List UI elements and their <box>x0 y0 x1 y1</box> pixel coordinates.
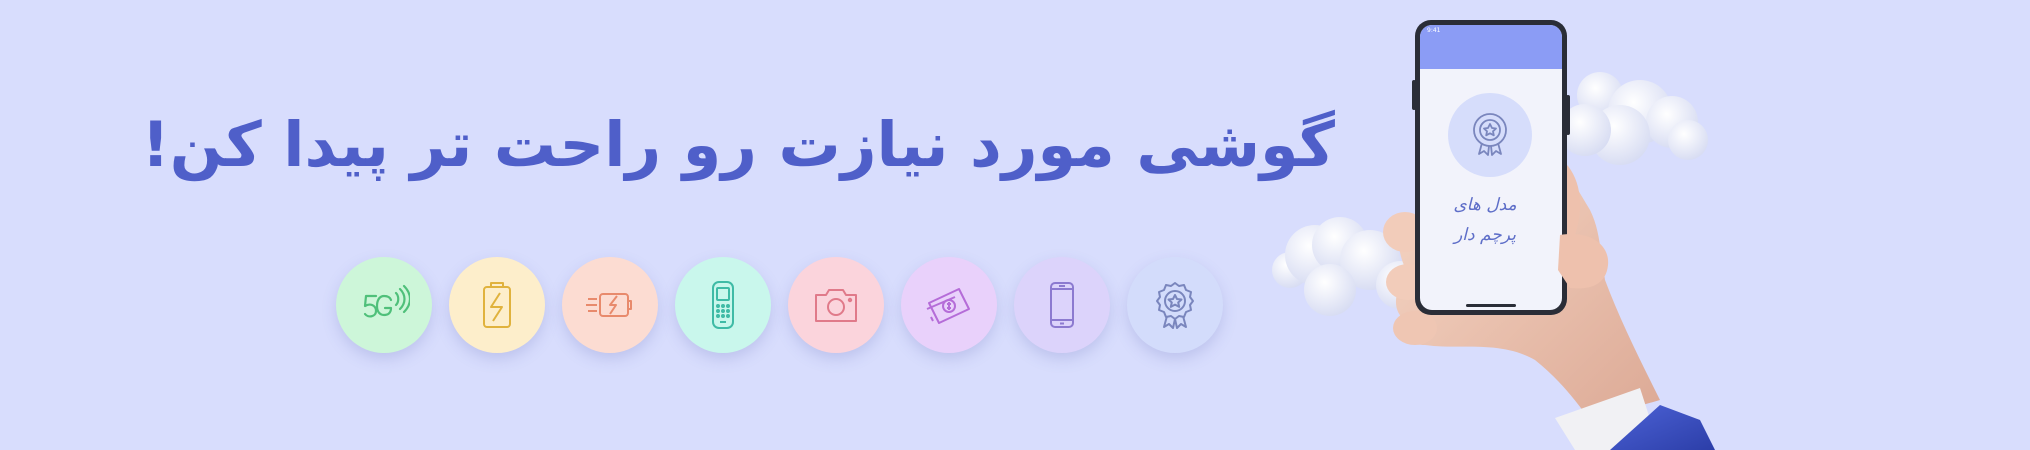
feature-smartphone-button[interactable] <box>1014 257 1110 353</box>
fast-charging-battery-icon <box>586 293 632 317</box>
phone-status-time: 9:41 <box>1427 27 1441 34</box>
phone-screen-label: مدل های پرچم دار <box>1425 190 1545 250</box>
feature-5g-button[interactable] <box>336 257 432 353</box>
phone-mockup <box>1412 20 1570 315</box>
feature-basic-phone-button[interactable] <box>675 257 771 353</box>
camera-icon <box>815 289 857 322</box>
feature-icon-row <box>335 257 1223 353</box>
feature-phone-icon <box>712 281 734 329</box>
5g-icon <box>363 284 410 318</box>
money-cash-icon <box>926 288 970 324</box>
feature-camera-button[interactable] <box>788 257 884 353</box>
award-badge-icon <box>1156 282 1194 329</box>
feature-battery-button[interactable] <box>449 257 545 353</box>
banner-headline: گوشی مورد نیازت رو راحت تر پیدا کن! <box>141 108 1335 181</box>
cloud-right <box>1559 72 1708 165</box>
feature-fast-charge-button[interactable] <box>562 257 658 353</box>
phone-screen-label-line1: مدل های <box>1453 195 1517 215</box>
phone-screen-label-line2: پرچم دار <box>1454 225 1516 245</box>
battery-bolt-icon <box>483 282 511 328</box>
feature-price-button[interactable] <box>901 257 997 353</box>
smartphone-icon <box>1050 282 1074 328</box>
feature-flagship-button[interactable] <box>1127 257 1223 353</box>
